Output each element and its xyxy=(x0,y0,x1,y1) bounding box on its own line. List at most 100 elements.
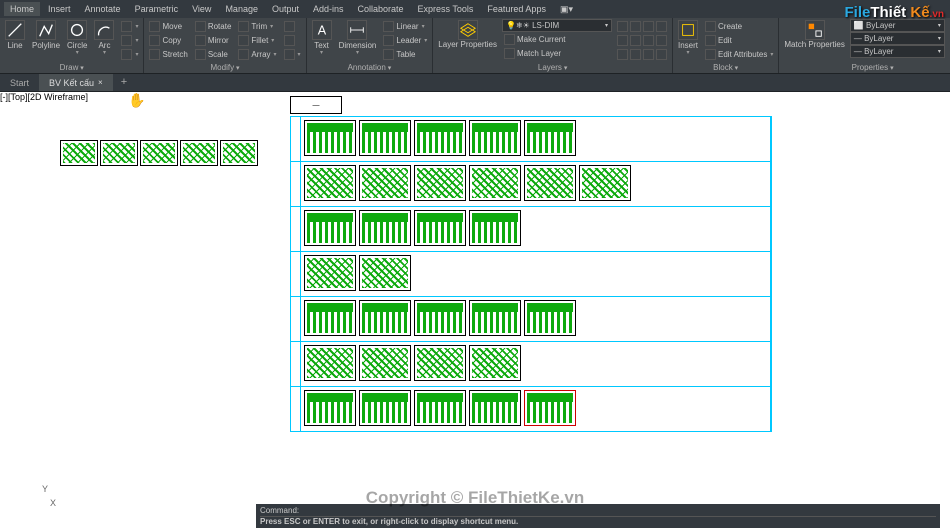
axis-x-label: X xyxy=(50,498,56,508)
menu-collaborate[interactable]: Collaborate xyxy=(352,2,410,16)
text-button[interactable]: A Text▾ xyxy=(310,19,334,57)
panel-draw-title[interactable]: Draw xyxy=(3,62,140,73)
line-button[interactable]: Line xyxy=(3,19,27,51)
panel-properties: Match Properties ⬜ ByLayer▾ — ByLayer▾ —… xyxy=(779,18,950,73)
sheet-thumb xyxy=(304,165,356,201)
layer-dropdown[interactable]: 💡❄☀ LS-DIM▾ xyxy=(502,19,612,32)
array-button[interactable]: Array▾ xyxy=(236,47,278,61)
sheet-thumb xyxy=(524,165,576,201)
edit-block-button[interactable]: Edit xyxy=(703,33,775,47)
modify-misc-1[interactable] xyxy=(282,19,303,33)
menu-manage[interactable]: Manage xyxy=(219,2,264,16)
pan-cursor-icon: ✋ xyxy=(128,92,145,109)
panel-modify-title[interactable]: Modify xyxy=(147,62,302,73)
tab-drawing[interactable]: BV Kết cấu× xyxy=(39,74,113,91)
move-icon xyxy=(149,21,160,32)
match-layer-button[interactable]: Match Layer xyxy=(502,46,612,60)
scale-button[interactable]: Scale xyxy=(193,47,234,61)
sheet-thumb xyxy=(469,300,521,336)
sheet-thumb xyxy=(359,300,411,336)
panel-block: Insert▾ Create Edit Edit Attributes▾ Blo… xyxy=(673,18,779,73)
linetype-dropdown[interactable]: — ByLayer▾ xyxy=(850,45,945,58)
left-sheet-row xyxy=(60,140,258,166)
panel-block-title[interactable]: Block xyxy=(676,62,775,73)
sheet-thumb xyxy=(359,210,411,246)
match-properties-icon xyxy=(805,20,825,40)
new-tab-button[interactable]: + xyxy=(113,74,135,91)
menu-insert[interactable]: Insert xyxy=(42,2,77,16)
linear-button[interactable]: Linear▾ xyxy=(381,19,429,33)
scale-icon xyxy=(195,49,206,60)
modify-misc-3[interactable]: ▾ xyxy=(282,47,303,61)
mirror-button[interactable]: Mirror xyxy=(193,33,234,47)
menu-output[interactable]: Output xyxy=(266,2,305,16)
menu-home[interactable]: Home xyxy=(4,2,40,16)
copy-button[interactable]: Copy xyxy=(147,33,189,47)
polyline-icon xyxy=(36,20,56,40)
rotate-button[interactable]: Rotate xyxy=(193,19,234,33)
stretch-button[interactable]: Stretch xyxy=(147,47,189,61)
draw-misc-3[interactable]: ▾ xyxy=(119,47,140,61)
make-current-button[interactable]: Make Current xyxy=(502,32,612,46)
table-button[interactable]: Table xyxy=(381,47,429,61)
panel-annotation-title[interactable]: Annotation xyxy=(310,62,430,73)
sheet-thumb xyxy=(180,140,218,166)
layer-misc-3[interactable] xyxy=(615,47,669,61)
insert-button[interactable]: Insert▾ xyxy=(676,19,700,57)
copy-icon xyxy=(149,35,160,46)
layer-properties-button[interactable]: Layer Properties xyxy=(436,19,499,50)
layer-misc-1[interactable] xyxy=(615,19,669,33)
arc-button[interactable]: Arc▾ xyxy=(92,19,116,57)
menu-express-tools[interactable]: Express Tools xyxy=(412,2,480,16)
edit-icon xyxy=(705,35,716,46)
leader-icon xyxy=(383,35,394,46)
sheet-thumb xyxy=(469,120,521,156)
axis-y-label: Y xyxy=(42,484,48,494)
draw-misc-1[interactable]: ▾ xyxy=(119,19,140,33)
dimension-button[interactable]: Dimension▾ xyxy=(337,19,379,57)
sheet-thumb xyxy=(359,255,411,291)
command-line[interactable]: Command: Press ESC or ENTER to exit, or … xyxy=(256,504,940,528)
menu-addins[interactable]: Add-ins xyxy=(307,2,350,16)
polyline-button[interactable]: Polyline xyxy=(30,19,62,51)
trim-button[interactable]: Trim▾ xyxy=(236,19,278,33)
arc-icon xyxy=(94,20,114,40)
menu-annotate[interactable]: Annotate xyxy=(79,2,127,16)
lineweight-dropdown[interactable]: — ByLayer▾ xyxy=(850,32,945,45)
circle-button[interactable]: Circle▾ xyxy=(65,19,89,57)
menu-featured-apps[interactable]: Featured Apps xyxy=(481,2,552,16)
panel-properties-title[interactable]: Properties xyxy=(782,62,950,73)
menu-focus-icon[interactable]: ▣▾ xyxy=(554,2,579,17)
sheet-thumb xyxy=(524,390,576,426)
edit-attributes-button[interactable]: Edit Attributes▾ xyxy=(703,47,775,61)
close-icon[interactable]: × xyxy=(98,78,103,87)
fillet-button[interactable]: Fillet▾ xyxy=(236,33,278,47)
grid-row xyxy=(291,207,771,252)
sheet-thumb xyxy=(414,210,466,246)
viewport-label[interactable]: [-][Top][2D Wireframe] xyxy=(0,92,88,102)
modify-misc-2[interactable] xyxy=(282,33,303,47)
circle-icon xyxy=(67,20,87,40)
draw-misc-2[interactable]: ▾ xyxy=(119,33,140,47)
menu-view[interactable]: View xyxy=(186,2,217,16)
panel-layers-title[interactable]: Layers xyxy=(436,62,669,73)
layer-misc-2[interactable] xyxy=(615,33,669,47)
panel-modify: Move Copy Stretch Rotate Mirror Scale Tr… xyxy=(144,18,306,73)
sheet-thumb xyxy=(100,140,138,166)
sheet-thumb xyxy=(60,140,98,166)
match-properties-button[interactable]: Match Properties xyxy=(782,19,846,50)
move-button[interactable]: Move xyxy=(147,19,189,33)
create-block-button[interactable]: Create xyxy=(703,19,775,33)
sheet-thumb xyxy=(359,165,411,201)
tab-start[interactable]: Start xyxy=(0,74,39,91)
menu-parametric[interactable]: Parametric xyxy=(129,2,185,16)
command-history: Command: xyxy=(260,506,936,517)
ribbon: Line Polyline Circle▾ Arc▾ ▾ ▾ ▾ Draw xyxy=(0,18,950,74)
drawing-area[interactable]: [-][Top][2D Wireframe] ✋ — Y X xyxy=(0,92,950,514)
grid-row xyxy=(291,117,771,162)
sheet-thumb xyxy=(359,345,411,381)
leader-button[interactable]: Leader▾ xyxy=(381,33,429,47)
sheet-thumb xyxy=(304,255,356,291)
sheet-thumb xyxy=(304,210,356,246)
panel-annotation: A Text▾ Dimension▾ Linear▾ Leader▾ Table… xyxy=(307,18,434,73)
